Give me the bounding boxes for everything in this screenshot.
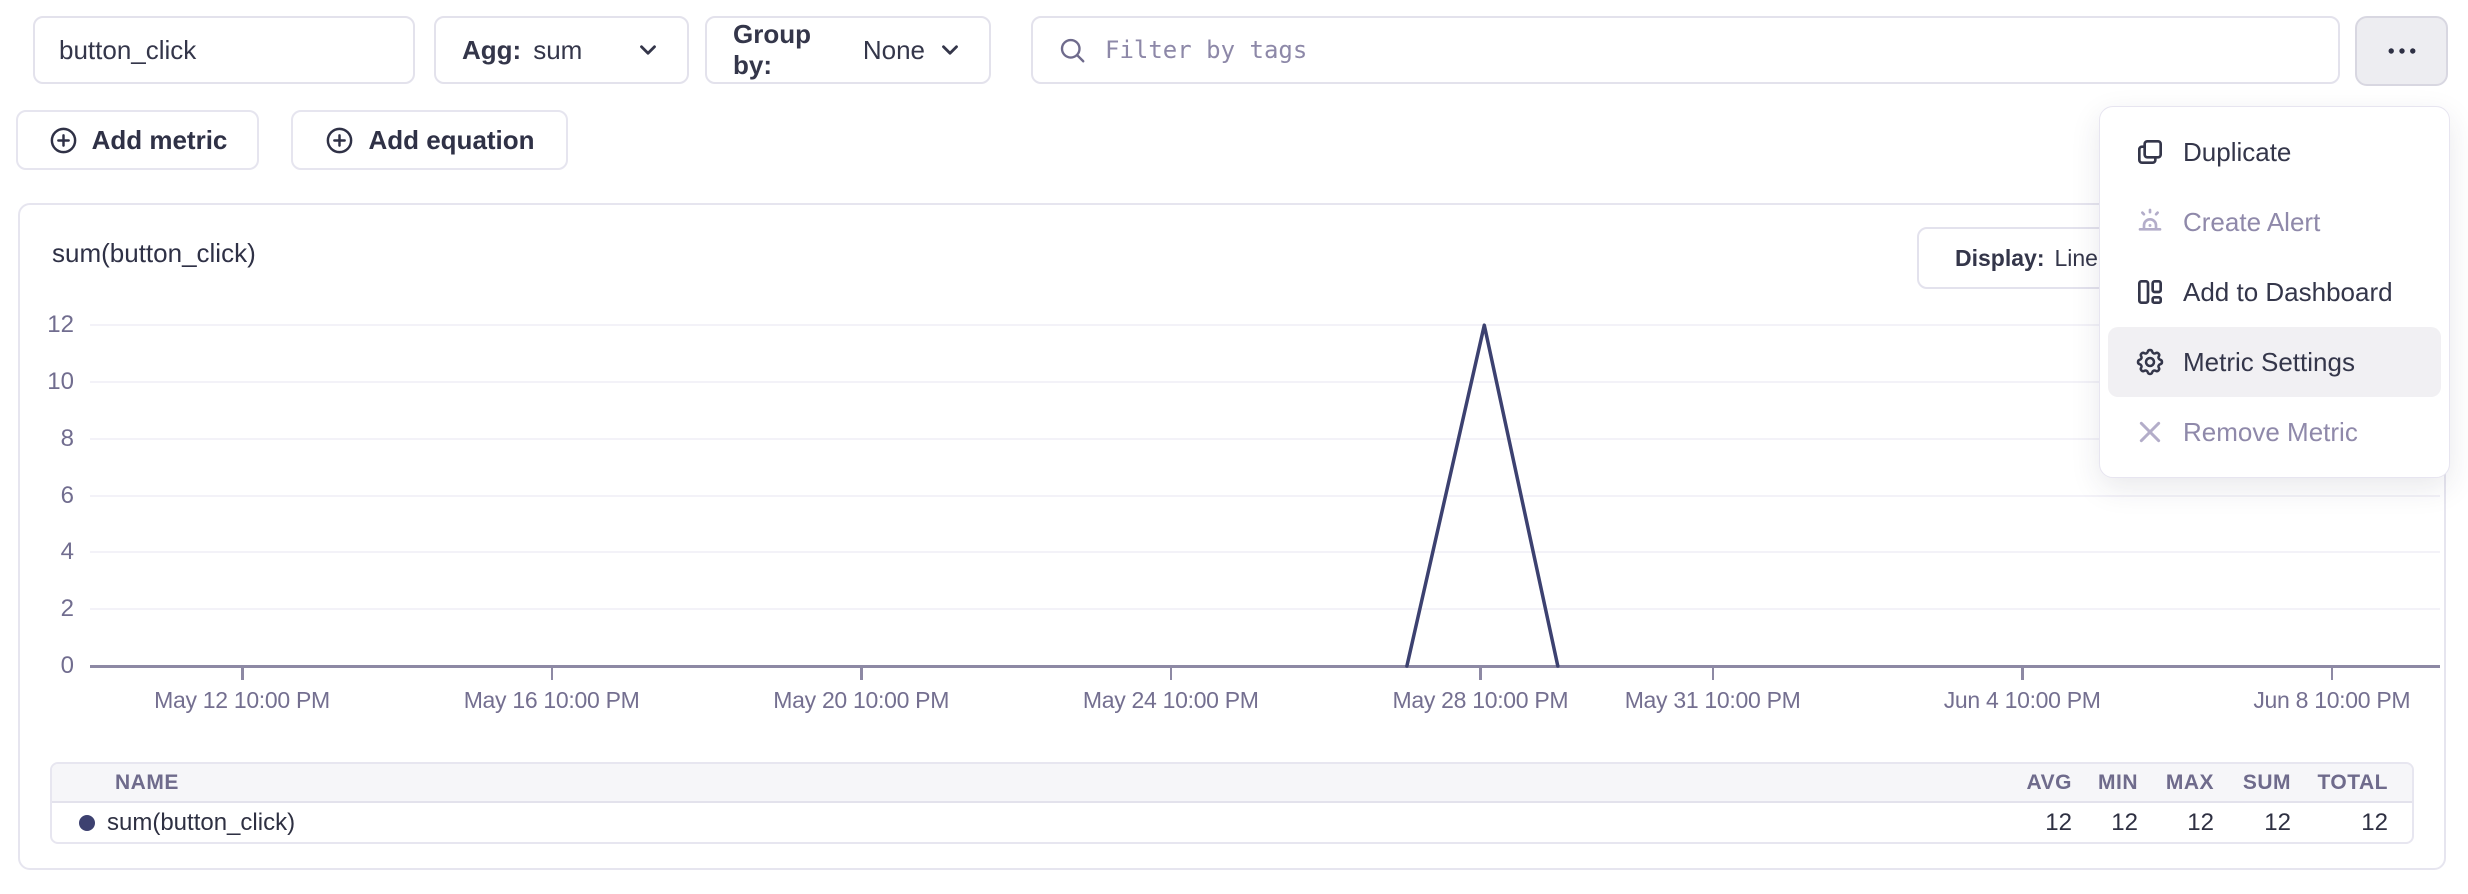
column-header-avg: AVG <box>1952 771 2072 795</box>
group-by-label: Group by: <box>733 19 851 81</box>
menu-item-add-to-dashboard[interactable]: Add to Dashboard <box>2108 257 2441 327</box>
group-by-value: None <box>863 35 925 66</box>
menu-item-label: Remove Metric <box>2183 417 2358 448</box>
summary-table-header: NAME AVG MIN MAX SUM TOTAL <box>52 764 2412 803</box>
menu-item-duplicate[interactable]: Duplicate <box>2108 117 2441 187</box>
series-total: 12 <box>2291 809 2388 837</box>
group-by-dropdown[interactable]: Group by: None <box>705 16 991 84</box>
metric-explorer: Agg: sum Group by: None Add metric <box>0 0 2468 894</box>
gear-icon <box>2134 346 2166 378</box>
column-header-max: MAX <box>2138 771 2214 795</box>
alarm-icon <box>2134 206 2166 238</box>
filter-by-tags-field <box>1031 16 2340 84</box>
search-icon <box>1057 35 1087 65</box>
series-color-dot <box>79 815 95 831</box>
column-header-name: NAME <box>52 771 1952 795</box>
column-header-total: TOTAL <box>2291 771 2388 795</box>
display-value: Line <box>2054 245 2097 272</box>
display-label: Display: <box>1955 245 2044 272</box>
column-header-min: MIN <box>2072 771 2138 795</box>
copy-icon <box>2134 136 2166 168</box>
series-name: sum(button_click) <box>107 809 295 837</box>
add-metric-button[interactable]: Add metric <box>16 110 259 170</box>
menu-item-label: Add to Dashboard <box>2183 277 2393 308</box>
filter-by-tags-input[interactable] <box>1103 35 2314 65</box>
plus-circle-icon <box>324 125 355 156</box>
x-icon <box>2134 416 2166 448</box>
add-metric-label: Add metric <box>92 125 228 156</box>
menu-item-create-alert[interactable]: Create Alert <box>2108 187 2441 257</box>
series-min: 12 <box>2072 809 2138 837</box>
column-header-sum: SUM <box>2214 771 2291 795</box>
plus-circle-icon <box>48 125 79 156</box>
more-options-menu: Duplicate Create Alert Add to Dashboard … <box>2099 106 2450 478</box>
dashboard-icon <box>2134 276 2166 308</box>
ellipsis-icon <box>2383 32 2421 70</box>
chevron-down-icon <box>937 37 963 63</box>
series-max: 12 <box>2138 809 2214 837</box>
series-sum: 12 <box>2214 809 2291 837</box>
chart-title: sum(button_click) <box>52 238 256 269</box>
series-summary-table: NAME AVG MIN MAX SUM TOTAL sum(button_cl… <box>50 762 2414 844</box>
more-options-button[interactable] <box>2355 16 2448 86</box>
aggregation-dropdown[interactable]: Agg: sum <box>434 16 689 84</box>
add-equation-label: Add equation <box>368 125 534 156</box>
menu-item-metric-settings[interactable]: Metric Settings <box>2108 327 2441 397</box>
menu-item-label: Create Alert <box>2183 207 2320 238</box>
table-row[interactable]: sum(button_click) 12 12 12 12 12 <box>52 803 2412 842</box>
aggregation-value: sum <box>533 35 582 66</box>
metric-name-input[interactable] <box>33 16 415 84</box>
menu-item-label: Duplicate <box>2183 137 2291 168</box>
aggregation-label: Agg: <box>462 35 521 66</box>
chevron-down-icon <box>635 37 661 63</box>
series-avg: 12 <box>1952 809 2072 837</box>
add-equation-button[interactable]: Add equation <box>291 110 568 170</box>
menu-item-remove-metric[interactable]: Remove Metric <box>2108 397 2441 467</box>
menu-item-label: Metric Settings <box>2183 347 2355 378</box>
